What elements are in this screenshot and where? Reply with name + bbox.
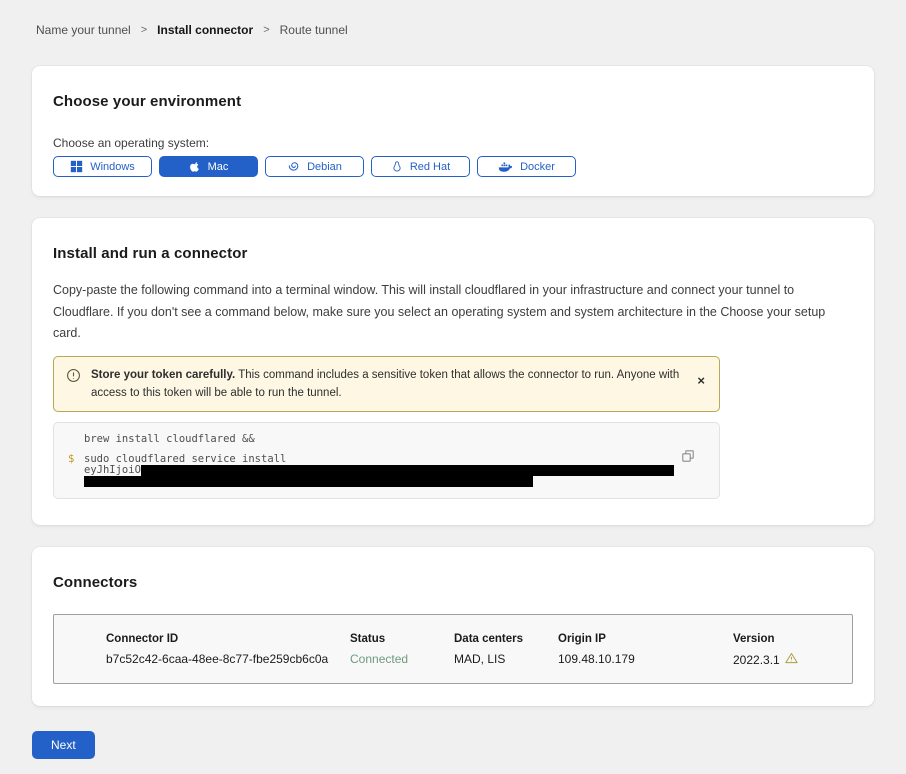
column-version: Version — [733, 633, 832, 645]
table-row: b7c52c42-6caa-48ee-8c77-fbe259cb6c0a Con… — [106, 652, 832, 667]
breadcrumb-name-your-tunnel[interactable]: Name your tunnel — [36, 23, 131, 37]
install-card-title: Install and run a connector — [53, 245, 853, 262]
token-prefix: eyJhIjoiO — [84, 465, 141, 476]
prompt-spacer — [68, 434, 84, 445]
status-badge: Connected — [350, 652, 454, 667]
data-centers-value: MAD, LIS — [454, 652, 558, 667]
copy-icon[interactable] — [681, 449, 695, 466]
origin-ip-value: 109.48.10.179 — [558, 652, 733, 667]
docker-icon — [498, 161, 513, 173]
breadcrumb-separator: > — [141, 24, 147, 36]
connector-id-value: b7c52c42-6caa-48ee-8c77-fbe259cb6c0a — [106, 652, 350, 667]
os-button-mac[interactable]: Mac — [159, 156, 258, 177]
breadcrumb-separator: > — [263, 24, 269, 36]
redhat-icon — [391, 160, 403, 173]
connectors-table: Connector ID Status Data centers Origin … — [53, 614, 853, 684]
debian-icon — [287, 160, 300, 173]
os-button-label: Red Hat — [410, 161, 450, 173]
os-button-group: Windows Mac Debian Red Hat Docker — [53, 156, 853, 177]
version-warning-icon — [785, 652, 798, 667]
windows-icon — [70, 160, 83, 173]
column-connector-id: Connector ID — [106, 633, 350, 645]
breadcrumb-route-tunnel[interactable]: Route tunnel — [280, 23, 348, 37]
os-button-label: Mac — [208, 161, 229, 173]
version-number: 2022.3.1 — [733, 653, 780, 667]
version-value: 2022.3.1 — [733, 652, 832, 667]
column-status: Status — [350, 633, 454, 645]
install-connector-card: Install and run a connector Copy-paste t… — [32, 218, 874, 525]
code-line-token: eyJhIjoiO — [68, 465, 679, 476]
terminal-command-block: brew install cloudflared && $ sudo cloud… — [53, 422, 720, 499]
code-text: brew install cloudflared && — [84, 434, 255, 445]
os-button-debian[interactable]: Debian — [265, 156, 364, 177]
os-button-windows[interactable]: Windows — [53, 156, 152, 177]
column-data-centers: Data centers — [454, 633, 558, 645]
column-origin-ip: Origin IP — [558, 633, 733, 645]
connectors-card: Connectors Connector ID Status Data cent… — [32, 547, 874, 706]
prompt-spacer — [68, 465, 84, 476]
breadcrumb-install-connector[interactable]: Install connector — [157, 23, 253, 37]
redacted-token-bar — [141, 465, 674, 476]
breadcrumb: Name your tunnel > Install connector > R… — [0, 0, 906, 37]
next-button[interactable]: Next — [32, 731, 95, 759]
install-description: Copy-paste the following command into a … — [53, 280, 853, 345]
os-button-redhat[interactable]: Red Hat — [371, 156, 470, 177]
os-button-label: Windows — [90, 161, 135, 173]
os-button-docker[interactable]: Docker — [477, 156, 576, 177]
code-line-sudo: $ sudo cloudflared service install — [68, 454, 679, 465]
connectors-card-title: Connectors — [53, 574, 853, 591]
redacted-token-bar — [84, 476, 533, 487]
token-warning-banner: Store your token carefully. This command… — [53, 356, 720, 413]
apple-icon — [189, 160, 201, 173]
os-button-label: Debian — [307, 161, 342, 173]
warning-text: Store your token carefully. This command… — [91, 366, 681, 403]
connectors-table-header: Connector ID Status Data centers Origin … — [106, 633, 832, 645]
close-icon[interactable]: × — [697, 374, 705, 387]
code-line-token-2 — [68, 476, 679, 487]
prompt-spacer — [68, 476, 84, 487]
choose-environment-card: Choose your environment Choose an operat… — [32, 66, 874, 196]
shell-prompt: $ — [68, 454, 84, 465]
warning-circle-icon — [66, 368, 81, 388]
code-line-brew: brew install cloudflared && — [68, 434, 679, 445]
os-select-label: Choose an operating system: — [53, 136, 853, 150]
warning-title: Store your token carefully. — [91, 369, 235, 381]
os-button-label: Docker — [520, 161, 555, 173]
environment-card-title: Choose your environment — [53, 93, 853, 110]
